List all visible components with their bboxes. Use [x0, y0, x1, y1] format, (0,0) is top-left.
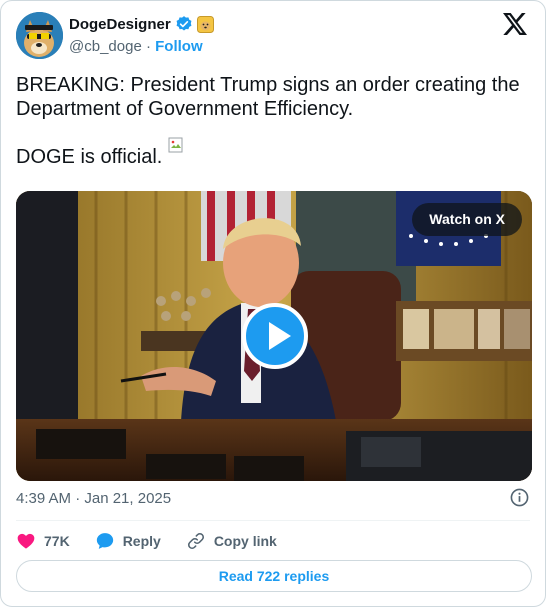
tweet-text-line2-wrap: DOGE is official.: [16, 137, 532, 169]
follow-button[interactable]: Follow: [155, 38, 203, 55]
info-icon[interactable]: [510, 488, 529, 507]
tweet-text-line2: DOGE is official.: [16, 146, 163, 168]
like-button[interactable]: 77K: [16, 531, 70, 551]
avatar[interactable]: [16, 12, 63, 59]
action-bar: 77K Reply Copy link: [16, 529, 302, 553]
verified-badge-icon: [175, 15, 193, 33]
play-icon: [269, 322, 291, 350]
timestamp[interactable]: 4:39 AM · Jan 21, 2025: [16, 490, 171, 507]
broken-image-icon: [168, 135, 184, 153]
video-thumbnail[interactable]: Watch on X: [16, 191, 532, 481]
copy-link-label: Copy link: [213, 533, 277, 549]
play-button[interactable]: [242, 303, 308, 369]
x-logo-icon[interactable]: [503, 13, 527, 35]
handle-row: @cb_doge · Follow: [69, 38, 203, 55]
tweet-text: BREAKING: President Trump signs an order…: [16, 73, 532, 169]
reply-button[interactable]: Reply: [95, 531, 161, 551]
tweet-text-line1: BREAKING: President Trump signs an order…: [16, 74, 520, 120]
link-icon: [187, 533, 204, 549]
reply-label: Reply: [122, 533, 161, 549]
heart-icon: [17, 533, 35, 549]
divider: [16, 520, 530, 521]
display-name-row: DogeDesigner: [69, 15, 214, 33]
read-replies-button[interactable]: Read 722 replies: [16, 560, 532, 592]
handle[interactable]: @cb_doge: [69, 38, 142, 55]
tweet-card: DogeDesigner @cb_doge · Follow BREAKING:…: [0, 0, 546, 607]
reply-icon: [96, 533, 113, 549]
display-name[interactable]: DogeDesigner: [69, 16, 171, 33]
like-count: 77K: [44, 533, 70, 549]
doge-emoji-icon: [196, 15, 214, 33]
watch-on-x-button[interactable]: Watch on X: [412, 203, 522, 236]
doge-avatar: [16, 12, 63, 59]
separator: ·: [145, 38, 151, 55]
copy-link-button[interactable]: Copy link: [186, 531, 277, 551]
